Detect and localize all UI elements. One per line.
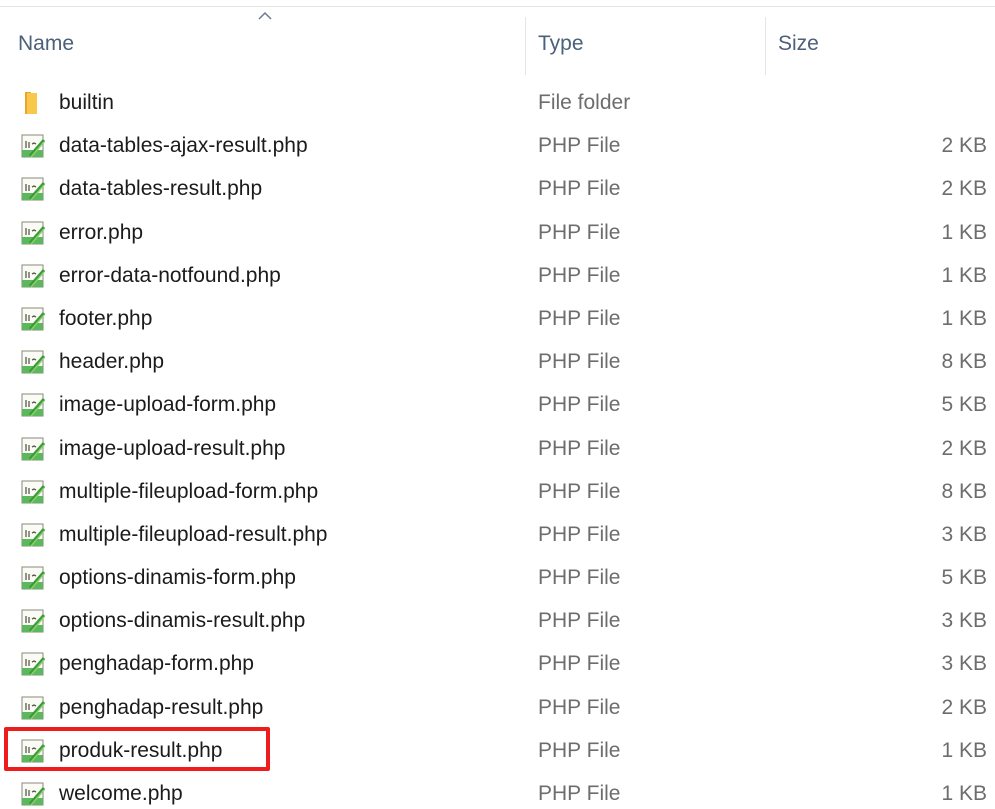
file-name[interactable]: options-dinamis-form.php [59,563,296,593]
column-header-type[interactable]: Type [538,30,584,58]
column-header-size[interactable]: Size [778,30,819,58]
php-file-icon [20,694,46,722]
file-list: builtin File folder data-tables-ajax-resul… [0,82,995,809]
file-name[interactable]: image-upload-form.php [59,390,276,420]
file-size: 1 KB [941,782,987,805]
file-name[interactable]: penghadap-result.php [59,693,263,723]
file-type: PHP File [538,306,621,330]
php-file-icon [20,521,46,549]
file-row[interactable]: penghadap-form.php PHP File 3 KB [0,643,995,686]
php-file-icon [20,132,46,160]
file-size: 5 KB [941,566,987,590]
folder-icon [20,89,46,117]
file-name[interactable]: builtin [59,88,114,118]
file-name[interactable]: multiple-fileupload-result.php [59,520,327,550]
column-divider[interactable] [525,17,526,75]
file-name[interactable]: data-tables-ajax-result.php [59,131,308,161]
file-type: PHP File [538,609,621,633]
file-type: PHP File [538,522,621,546]
file-row[interactable]: options-dinamis-result.php PHP File 3 KB [0,600,995,643]
file-size: 8 KB [941,350,987,374]
file-row[interactable]: image-upload-result.php PHP File 2 KB [0,428,995,471]
file-name[interactable]: penghadap-form.php [59,649,254,679]
file-name[interactable]: error.php [59,218,143,248]
file-row[interactable]: image-upload-form.php PHP File 5 KB [0,384,995,427]
file-type: PHP File [538,566,621,590]
file-name[interactable]: data-tables-result.php [59,174,262,204]
php-file-icon [20,348,46,376]
file-type: PHP File [538,479,621,503]
file-row[interactable]: penghadap-result.php PHP File 2 KB [0,687,995,730]
file-size: 1 KB [941,306,987,330]
file-name[interactable]: produk-result.php [59,736,222,766]
php-file-icon [20,737,46,765]
file-row[interactable]: footer.php PHP File 1 KB [0,298,995,341]
file-explorer-list: Name Type Size builtin File folder data-ta… [0,0,995,809]
file-type: PHP File [538,436,621,460]
chevron-up-icon [258,11,272,20]
file-type: PHP File [538,782,621,805]
file-row[interactable]: options-dinamis-form.php PHP File 5 KB [0,557,995,600]
php-file-icon [20,564,46,592]
file-row[interactable]: builtin File folder [0,82,995,125]
file-name[interactable]: header.php [59,347,164,377]
php-file-icon [20,435,46,463]
file-row[interactable]: data-tables-result.php PHP File 2 KB [0,168,995,211]
file-name[interactable]: options-dinamis-result.php [59,606,305,636]
file-type: PHP File [538,263,621,287]
file-name[interactable]: footer.php [59,304,152,334]
file-row[interactable]: header.php PHP File 8 KB [0,341,995,384]
file-size: 3 KB [941,652,987,676]
file-size: 2 KB [941,134,987,158]
file-size: 8 KB [941,479,987,503]
php-file-icon [20,262,46,290]
file-size: 5 KB [941,393,987,417]
file-size: 2 KB [941,695,987,719]
file-row[interactable]: produk-result.php PHP File 1 KB [0,730,995,773]
column-header: Name Type Size [0,7,995,75]
file-type: PHP File [538,220,621,244]
file-name[interactable]: image-upload-result.php [59,434,285,464]
php-file-icon [20,391,46,419]
php-file-icon [20,607,46,635]
php-file-icon [20,780,46,808]
file-row[interactable]: welcome.php PHP File 1 KB [0,773,995,809]
file-row[interactable]: error-data-notfound.php PHP File 1 KB [0,255,995,298]
file-row[interactable]: multiple-fileupload-form.php PHP File 8 KB [0,471,995,514]
file-name[interactable]: error-data-notfound.php [59,261,281,291]
file-type: PHP File [538,695,621,719]
file-type: PHP File [538,350,621,374]
file-type: PHP File [538,134,621,158]
column-divider[interactable] [765,17,766,75]
php-file-icon [20,478,46,506]
file-size: 2 KB [941,177,987,201]
file-type: PHP File [538,738,621,762]
file-size: 3 KB [941,522,987,546]
file-type: File folder [538,91,631,114]
file-size: 2 KB [941,436,987,460]
file-size: 1 KB [941,263,987,287]
file-type: PHP File [538,393,621,417]
file-size: 3 KB [941,609,987,633]
column-header-name[interactable]: Name [18,30,74,58]
php-file-icon [20,219,46,247]
file-type: PHP File [538,177,621,201]
file-type: PHP File [538,652,621,676]
file-row[interactable]: multiple-fileupload-result.php PHP File 3 … [0,514,995,557]
php-file-icon [20,175,46,203]
php-file-icon [20,650,46,678]
file-row[interactable]: error.php PHP File 1 KB [0,212,995,255]
file-row[interactable]: data-tables-ajax-result.php PHP File 2 KB [0,125,995,168]
file-name[interactable]: welcome.php [59,779,183,809]
file-name[interactable]: multiple-fileupload-form.php [59,477,318,507]
file-size: 1 KB [941,738,987,762]
file-size: 1 KB [941,220,987,244]
php-file-icon [20,305,46,333]
